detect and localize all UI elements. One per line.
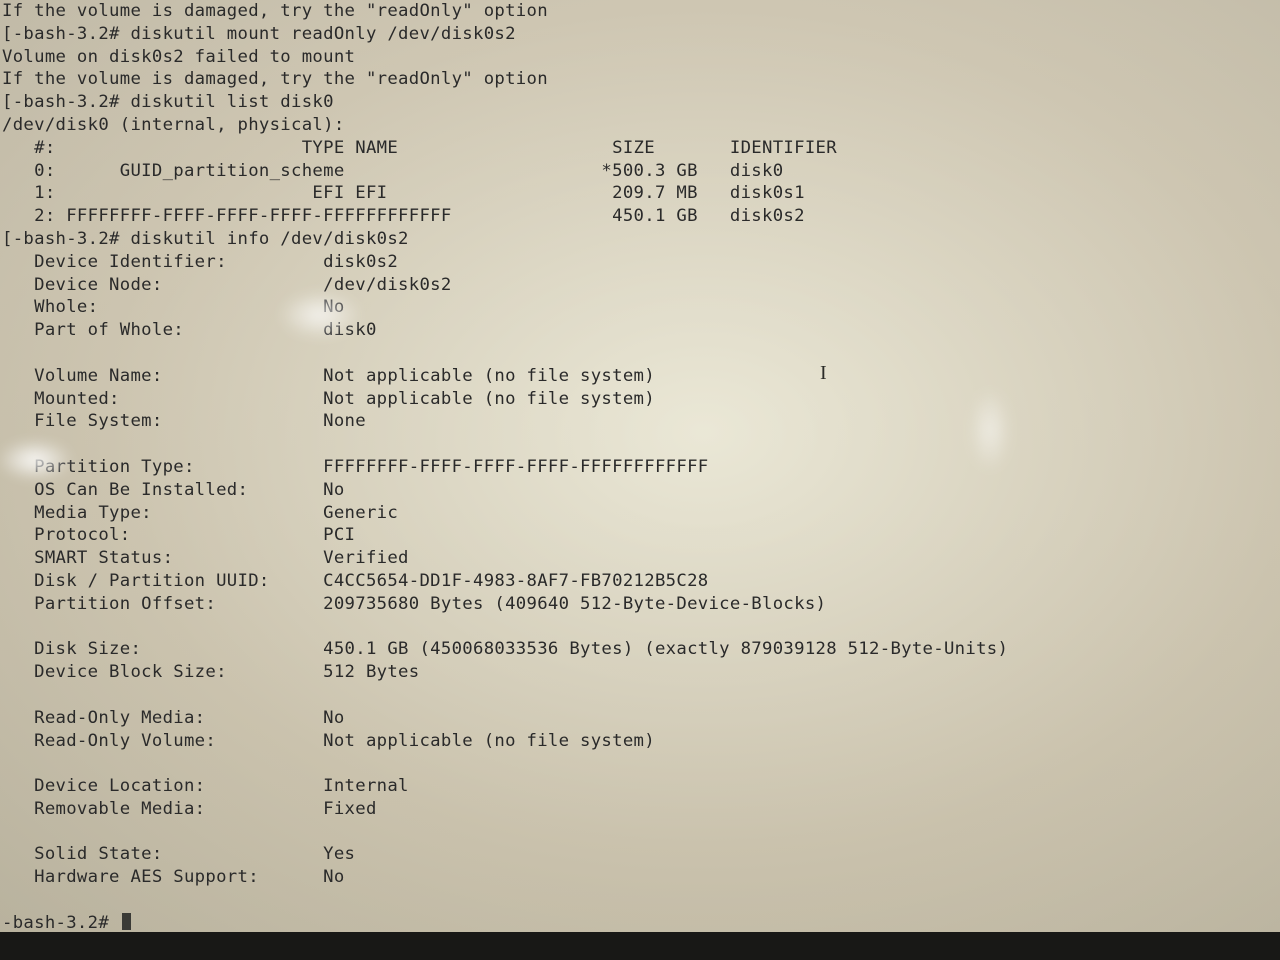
output-line: OS Can Be Installed: No [2, 480, 345, 500]
output-line: /dev/disk0 (internal, physical): [2, 115, 345, 135]
output-line: Device Block Size: 512 Bytes [2, 662, 419, 682]
output-line: If the volume is damaged, try the "readO… [2, 69, 548, 89]
output-line: Partition Type: FFFFFFFF-FFFF-FFFF-FFFF-… [2, 457, 708, 477]
output-line: Disk / Partition UUID: C4CC5654-DD1F-498… [2, 571, 708, 591]
output-line: SMART Status: Verified [2, 548, 409, 568]
output-line: Mounted: Not applicable (no file system) [2, 389, 655, 409]
output-line: File System: None [2, 411, 366, 431]
output-line: Volume Name: Not applicable (no file sys… [2, 366, 655, 386]
output-line: Read-Only Media: No [2, 708, 345, 728]
output-line: 0: GUID_partition_scheme *500.3 GB disk0 [2, 161, 783, 181]
output-line: Protocol: PCI [2, 525, 355, 545]
output-line: 1: EFI EFI 209.7 MB disk0s1 [2, 183, 805, 203]
output-line: Volume on disk0s2 failed to mount [2, 47, 355, 67]
output-line: Media Type: Generic [2, 503, 398, 523]
screen-bezel [0, 932, 1280, 960]
output-line: Removable Media: Fixed [2, 799, 377, 819]
output-line: If the volume is damaged, try the "readO… [2, 1, 548, 21]
cursor-icon [122, 913, 131, 930]
output-line: Device Identifier: disk0s2 [2, 252, 398, 272]
output-line: Part of Whole: disk0 [2, 320, 377, 340]
shell-prompt[interactable]: -bash-3.2# [2, 913, 131, 933]
output-line: Disk Size: 450.1 GB (450068033536 Bytes)… [2, 639, 1008, 659]
output-line: #: TYPE NAME SIZE IDENTIFIER [2, 138, 837, 158]
output-line: 2: FFFFFFFF-FFFF-FFFF-FFFF-FFFFFFFFFFFF … [2, 206, 805, 226]
output-line: Partition Offset: 209735680 Bytes (40964… [2, 594, 826, 614]
terminal-output[interactable]: If the volume is damaged, try the "readO… [0, 0, 1280, 935]
output-line: Device Node: /dev/disk0s2 [2, 275, 452, 295]
output-line: Solid State: Yes [2, 844, 355, 864]
output-line: Whole: No [2, 297, 345, 317]
output-line: Hardware AES Support: No [2, 867, 345, 887]
output-line: [-bash-3.2# diskutil list disk0 [2, 92, 334, 112]
output-line: Read-Only Volume: Not applicable (no fil… [2, 731, 655, 751]
output-line: [-bash-3.2# diskutil info /dev/disk0s2 [2, 229, 409, 249]
output-line: Device Location: Internal [2, 776, 409, 796]
output-line: [-bash-3.2# diskutil mount readOnly /dev… [2, 24, 516, 44]
